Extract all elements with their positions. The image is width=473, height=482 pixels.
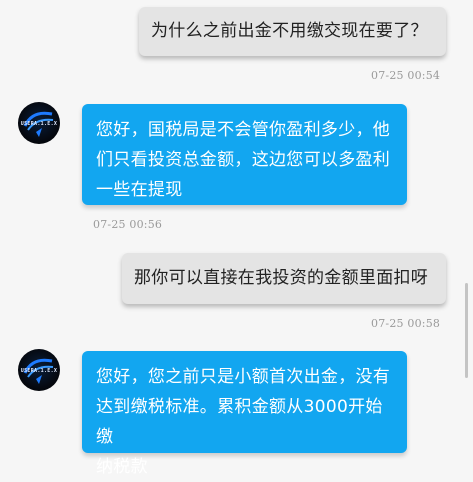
avatar-caption: USERA.1.E.X [20,121,58,127]
message-timestamp: 07-25 00:56 [93,218,163,231]
message-timestamp: 07-25 00:54 [371,69,441,82]
message-line: 达到缴税标准。累积金额从3000开始缴 [96,397,383,447]
message-text: 那你可以直接在我投资的金额里面扣呀 [134,268,429,288]
contact-avatar[interactable]: USERA.1.E.X [18,349,60,391]
incoming-message-bubble[interactable]: 您好，您之前只是小额首次出金，没有 达到缴税标准。累积金额从3000开始缴 纳税… [82,351,407,477]
chat-thread[interactable]: 为什么之前出金不用缴交现在要了？ 07-25 00:54 USERA.1.E.X… [0,0,473,477]
message-line: 们只看投资总金额，这边您可以多盈利 [96,150,391,170]
avatar-caption: USERA.1.E.X [20,368,58,374]
message-line: 您好，您之前只是小额首次出金，没有 [96,367,391,387]
scrollbar[interactable] [465,283,468,378]
message-line: 纳税款 [96,457,148,477]
message-timestamp: 07-25 00:58 [371,317,441,330]
message-text: 为什么之前出金不用缴交现在要了？ [151,21,428,41]
message-line: 您好，国税局是不会管你盈利多少，他 [96,120,391,140]
contact-avatar[interactable]: USERA.1.E.X [18,102,60,144]
message-line: 一些在提现 [96,180,183,200]
outgoing-message-bubble[interactable]: 为什么之前出金不用缴交现在要了？ [139,7,446,56]
outgoing-message-bubble[interactable]: 那你可以直接在我投资的金额里面扣呀 [122,253,446,304]
incoming-message-bubble[interactable]: 您好，国税局是不会管你盈利多少，他 们只看投资总金额，这边您可以多盈利 一些在提… [82,104,407,205]
